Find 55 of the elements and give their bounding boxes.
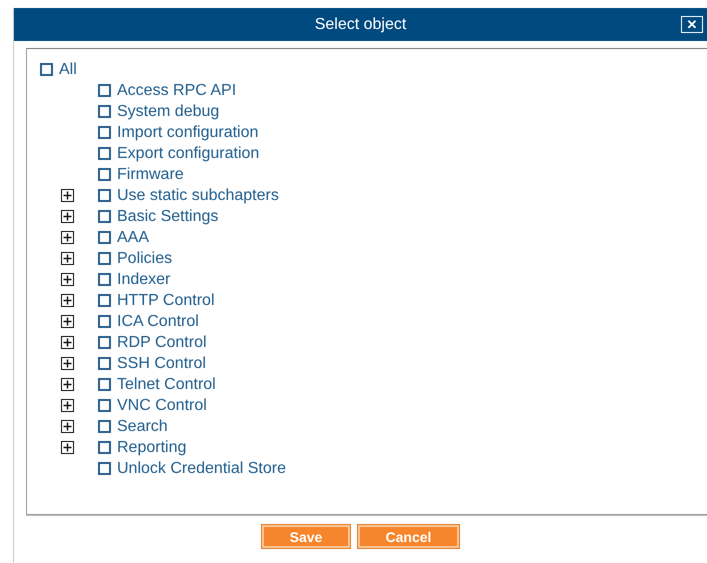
expand-icon[interactable] — [61, 231, 74, 244]
checkbox[interactable] — [98, 399, 111, 412]
checkbox[interactable] — [98, 462, 111, 475]
tree-item-label[interactable]: Search — [117, 418, 168, 436]
tree-item-label[interactable]: Access RPC API — [117, 82, 236, 100]
tree-item-label[interactable]: All — [59, 60, 77, 78]
window-title: Select object — [314, 16, 406, 34]
expand-icon[interactable] — [61, 210, 74, 223]
tree-item-label[interactable]: Firmware — [117, 166, 184, 184]
tree-item-label[interactable]: VNC Control — [117, 396, 207, 414]
checkbox[interactable] — [98, 273, 111, 286]
expand-icon[interactable] — [61, 336, 74, 349]
tree-item-label[interactable]: Export configuration — [117, 144, 260, 162]
tree-item-label[interactable]: Import configuration — [117, 124, 258, 142]
checkbox[interactable] — [98, 84, 111, 97]
tree-item-label[interactable]: Use static subchapters — [117, 186, 279, 204]
checkbox[interactable] — [98, 147, 111, 160]
tree-item-label[interactable]: HTTP Control — [117, 292, 215, 310]
expand-icon[interactable] — [61, 420, 74, 433]
checkbox[interactable] — [98, 105, 111, 118]
tree-item-label[interactable]: RDP Control — [117, 334, 207, 352]
tree-item-label[interactable]: Reporting — [117, 438, 186, 456]
expand-icon[interactable] — [61, 315, 74, 328]
expand-icon[interactable] — [61, 189, 74, 202]
tree-item-label[interactable]: Indexer — [117, 270, 170, 288]
close-button[interactable]: ✕ — [681, 16, 703, 33]
checkbox[interactable] — [98, 189, 111, 202]
tree-item-label[interactable]: System debug — [117, 102, 220, 120]
expand-icon[interactable] — [61, 378, 74, 391]
tree-item-label[interactable]: AAA — [117, 228, 150, 246]
checkbox[interactable] — [98, 315, 111, 328]
tree-item-label[interactable]: Basic Settings — [117, 208, 218, 226]
checkbox[interactable] — [98, 441, 111, 454]
checkbox[interactable] — [98, 420, 111, 433]
checkbox[interactable] — [98, 168, 111, 181]
checkbox[interactable] — [98, 126, 111, 139]
checkbox[interactable] — [40, 63, 53, 76]
expand-icon[interactable] — [61, 273, 74, 286]
expand-icon[interactable] — [61, 252, 74, 265]
expand-icon[interactable] — [61, 294, 74, 307]
checkbox[interactable] — [98, 336, 111, 349]
checkbox[interactable] — [98, 294, 111, 307]
expand-icon[interactable] — [61, 399, 74, 412]
expand-icon[interactable] — [61, 441, 74, 454]
tree-item-label[interactable]: Unlock Credential Store — [117, 460, 286, 478]
tree-item-label[interactable]: ICA Control — [117, 312, 199, 330]
tree-item-label[interactable]: Telnet Control — [117, 376, 216, 394]
checkbox[interactable] — [98, 357, 111, 370]
checkbox[interactable] — [98, 252, 111, 265]
tree-item-label[interactable]: Policies — [117, 250, 172, 268]
tree-item-label[interactable]: SSH Control — [117, 354, 206, 372]
checkbox[interactable] — [98, 231, 111, 244]
checkbox[interactable] — [98, 210, 111, 223]
checkbox[interactable] — [98, 378, 111, 391]
expand-icon[interactable] — [61, 357, 74, 370]
